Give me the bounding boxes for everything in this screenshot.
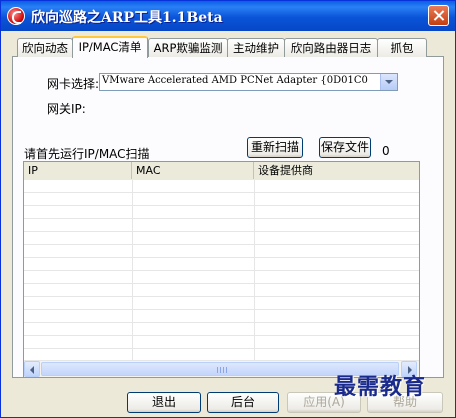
- device-count: 0: [382, 144, 390, 158]
- tab-packet-capture[interactable]: 抓包: [377, 38, 427, 57]
- close-button[interactable]: [428, 5, 449, 26]
- exit-button[interactable]: 退出: [127, 392, 201, 413]
- app-icon: [7, 7, 25, 25]
- table-body: [24, 180, 419, 360]
- tab-router-log[interactable]: 欣向路由器日志: [284, 38, 378, 57]
- column-divider: [132, 180, 133, 360]
- chevron-down-icon[interactable]: [380, 74, 397, 90]
- rescan-button[interactable]: 重新扫描: [247, 137, 303, 158]
- tab-arp-spoof-monitor[interactable]: ARP欺骗监测: [148, 38, 228, 57]
- title-bar[interactable]: 欣向巡路之ARP工具1.1Beta: [1, 1, 455, 31]
- ip-mac-table[interactable]: IP MAC 设备提供商: [23, 161, 420, 378]
- gateway-ip-label: 网关IP:: [47, 102, 86, 116]
- column-header-ip[interactable]: IP: [24, 162, 132, 179]
- column-header-vendor[interactable]: 设备提供商: [254, 162, 419, 179]
- table-header: IP MAC 设备提供商: [24, 162, 419, 181]
- scroll-left-icon[interactable]: [24, 361, 40, 377]
- main-window: 欣向巡路之ARP工具1.1Beta 欣向动态 IP/MAC清单 ARP欺骗监测 …: [0, 0, 456, 418]
- tab-active-maintenance[interactable]: 主动维护: [227, 38, 285, 57]
- nic-select-label: 网卡选择:: [47, 77, 100, 91]
- grip-icon: [217, 367, 227, 373]
- background-button[interactable]: 后台: [207, 392, 279, 413]
- window-title: 欣向巡路之ARP工具1.1Beta: [31, 10, 223, 26]
- column-header-mac[interactable]: MAC: [132, 162, 254, 179]
- scan-hint: 请首先运行IP/MAC扫描: [24, 147, 150, 161]
- watermark-logo: 最需教育: [334, 374, 427, 400]
- column-divider: [254, 180, 255, 360]
- tab-ip-mac-list[interactable]: IP/MAC清单: [72, 36, 148, 58]
- nic-select-value: VMware Accelerated AMD PCNet Adapter {0D…: [102, 75, 368, 86]
- nic-select[interactable]: VMware Accelerated AMD PCNet Adapter {0D…: [99, 73, 398, 91]
- tab-dynamics[interactable]: 欣向动态: [17, 38, 73, 57]
- save-file-button[interactable]: 保存文件: [319, 137, 371, 158]
